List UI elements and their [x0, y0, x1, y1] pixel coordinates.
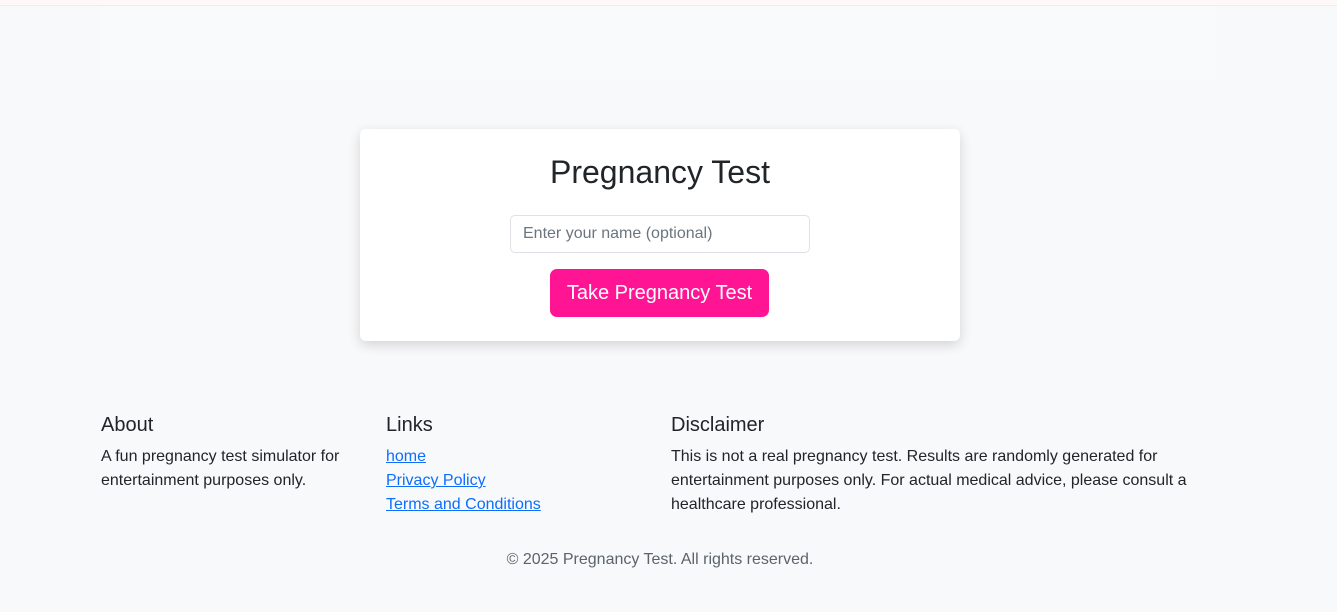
footer-about: About A fun pregnancy test simulator for…	[101, 413, 361, 493]
take-test-button[interactable]: Take Pregnancy Test	[550, 269, 769, 317]
list-item: Privacy Policy	[386, 469, 646, 493]
terms-link[interactable]: Terms and Conditions	[386, 496, 541, 513]
list-item: home	[386, 445, 646, 469]
page-title: Pregnancy Test	[550, 154, 770, 190]
top-banner-area	[101, 6, 1216, 80]
about-heading: About	[101, 414, 154, 436]
disclaimer-heading: Disclaimer	[671, 414, 765, 436]
name-input[interactable]	[510, 215, 810, 253]
home-link[interactable]: home	[386, 448, 426, 465]
list-item: Terms and Conditions	[386, 493, 646, 517]
privacy-policy-link[interactable]: Privacy Policy	[386, 472, 486, 489]
about-text: A fun pregnancy test simulator for enter…	[101, 448, 340, 489]
links-list: home Privacy Policy Terms and Conditions	[386, 445, 646, 517]
footer-links: Links home Privacy Policy Terms and Cond…	[386, 413, 646, 517]
copyright-text: © 2025 Pregnancy Test. All rights reserv…	[506, 551, 814, 568]
disclaimer-text: This is not a real pregnancy test. Resul…	[671, 448, 1187, 513]
test-card: Pregnancy Test Take Pregnancy Test	[360, 129, 960, 341]
links-heading: Links	[386, 414, 433, 436]
footer-disclaimer: Disclaimer This is not a real pregnancy …	[671, 413, 1211, 517]
